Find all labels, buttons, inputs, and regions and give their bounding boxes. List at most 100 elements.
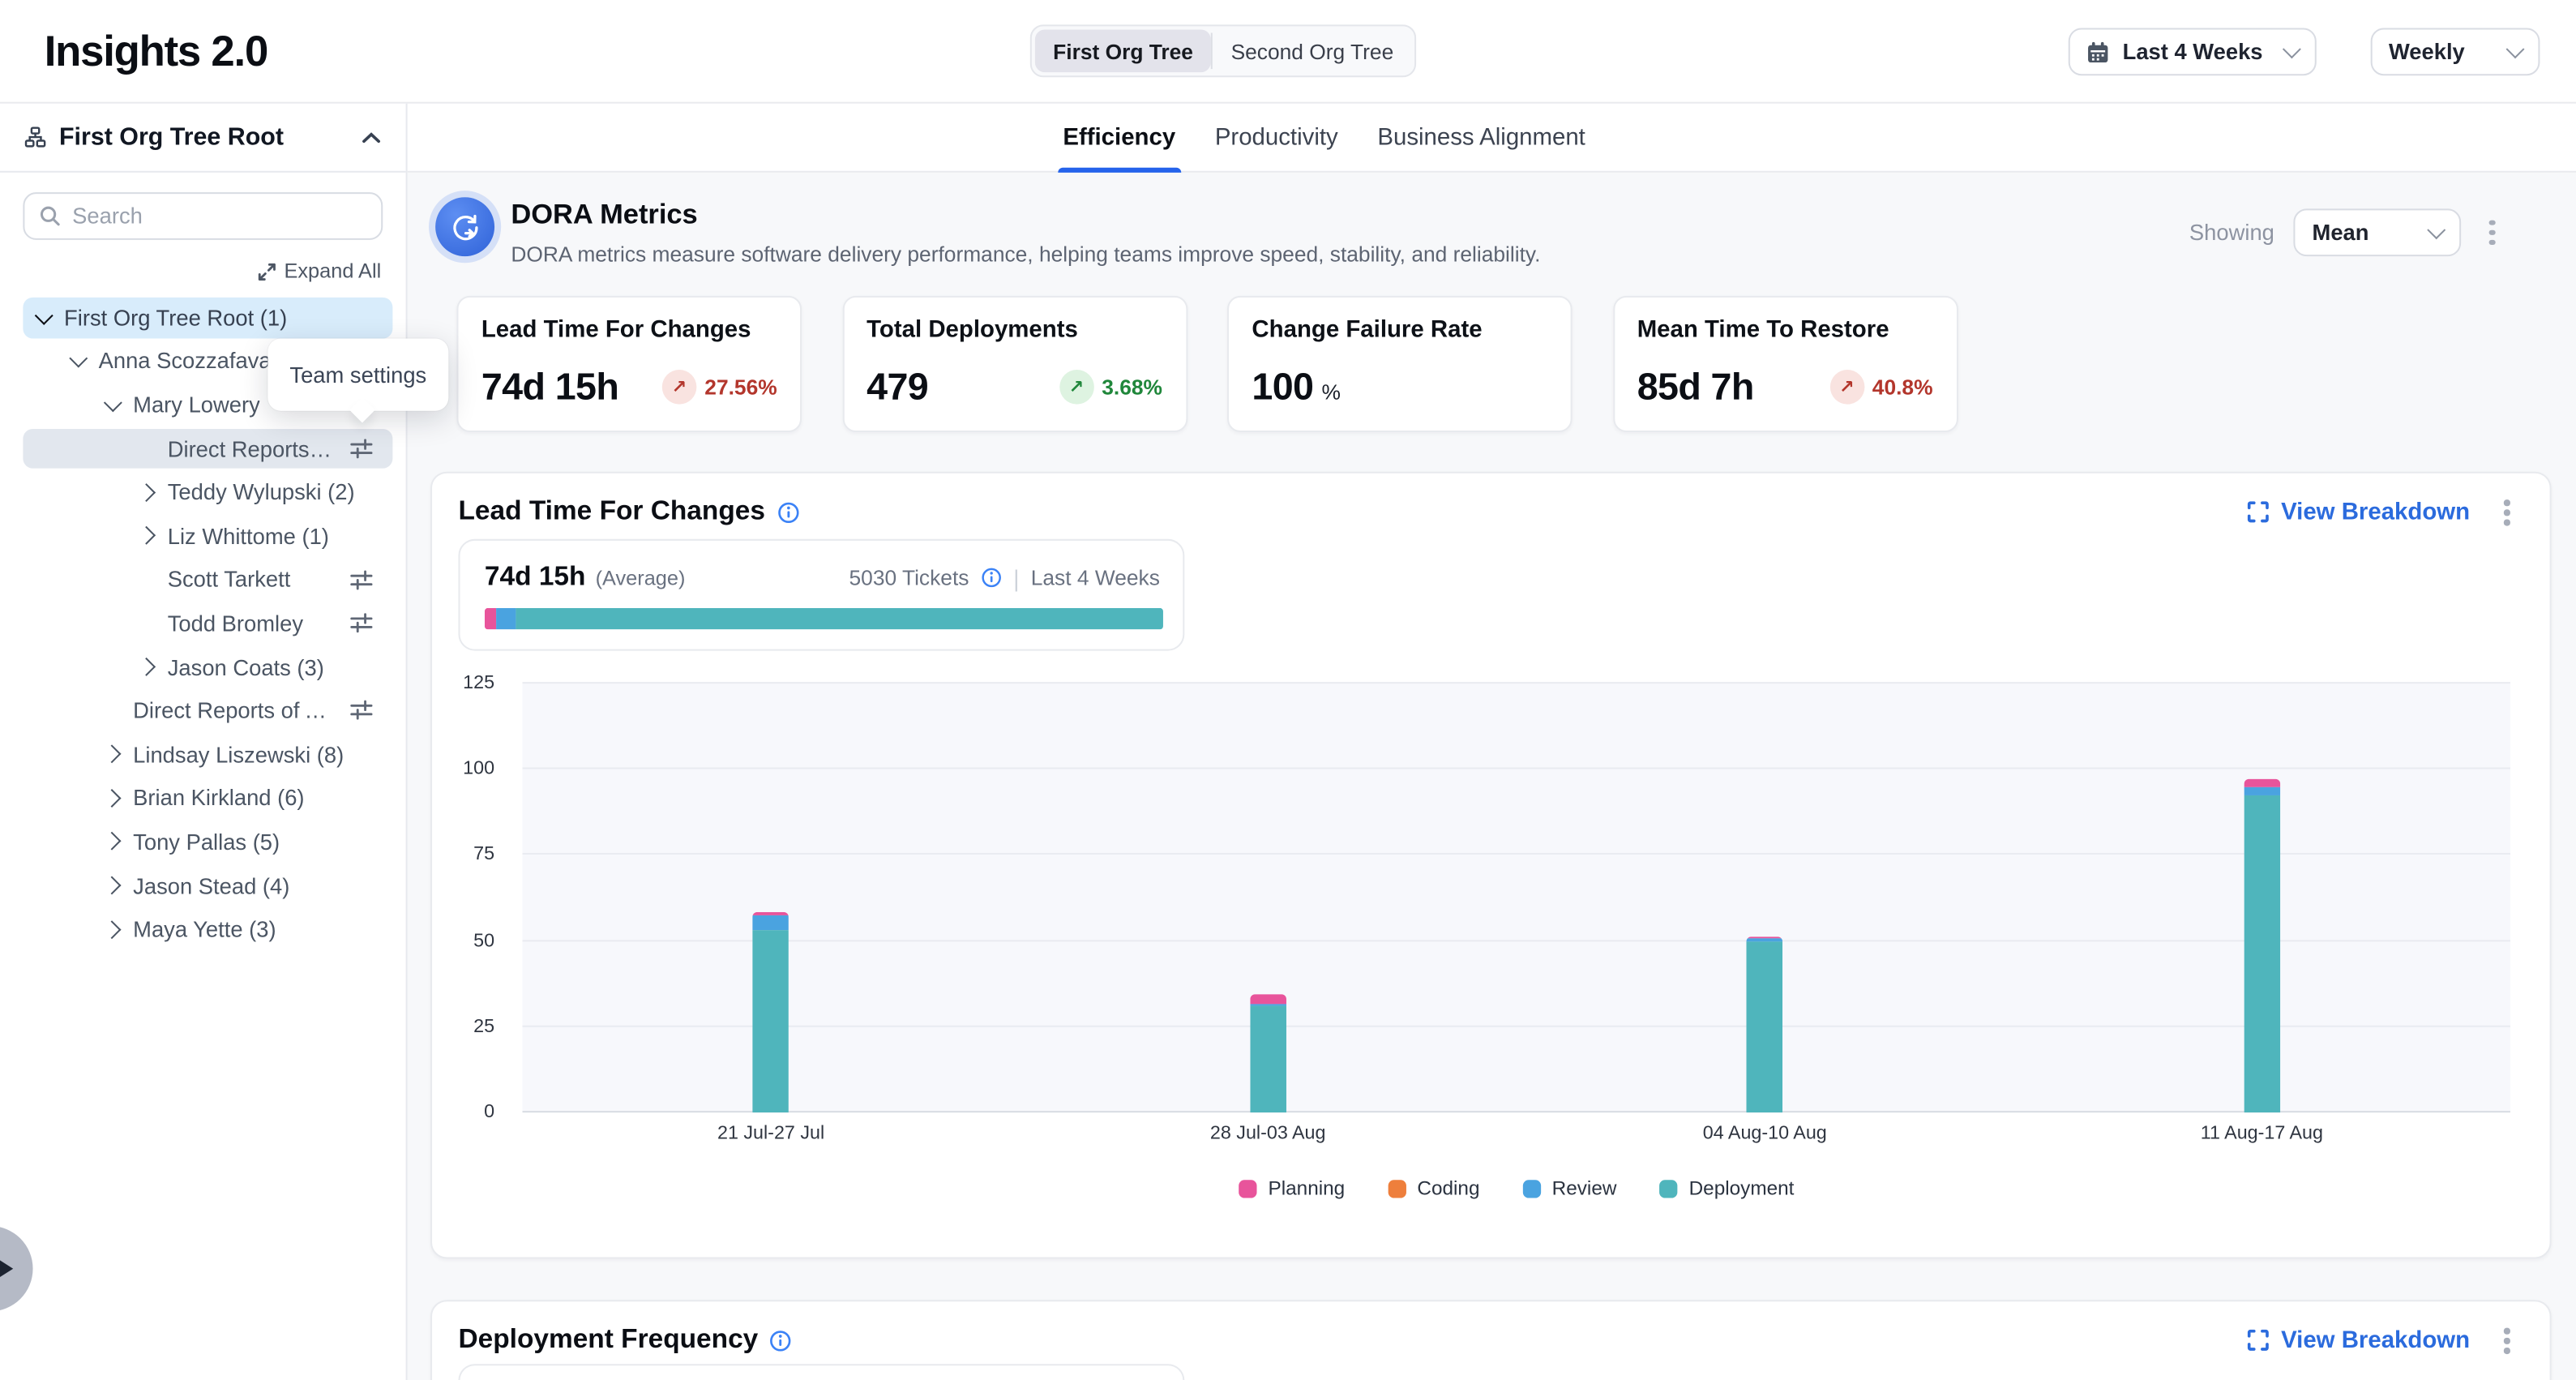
metric-card-mean-time-to-restore: Mean Time To Restore 85d 7h ↗ 40.8% (1612, 296, 1958, 432)
x-tick-label: 21 Jul-27 Jul (523, 1124, 1020, 1143)
legend-label: Planning (1269, 1176, 1346, 1199)
lead-time-summary: 74d 15h (Average) 5030 Tickets | Last 4 … (458, 539, 1184, 651)
view-breakdown-button[interactable]: View Breakdown (2249, 499, 2471, 525)
section-menu-button[interactable] (2497, 1322, 2519, 1361)
tree-item[interactable]: Tony Pallas (5) (0, 821, 406, 864)
tab-business-alignment[interactable]: Business Alignment (1374, 104, 1589, 173)
tab-productivity[interactable]: Productivity (1212, 104, 1341, 173)
chevron-down-icon[interactable] (67, 349, 99, 372)
info-icon[interactable] (981, 567, 1002, 588)
tree-item[interactable]: Lindsay Liszewski (8) (0, 733, 406, 777)
legend-swatch (1659, 1179, 1677, 1197)
info-icon[interactable] (777, 501, 799, 524)
org-tree-tab-label: Second Org Tree (1231, 39, 1394, 63)
triangle-right-icon (0, 1258, 13, 1280)
org-tree-tab-first[interactable]: First Org Tree (1035, 29, 1211, 72)
expand-all-icon (258, 262, 276, 280)
legend-item[interactable]: Deployment (1659, 1176, 1794, 1199)
chevron-right-icon[interactable] (136, 525, 168, 547)
date-range-value: Last 4 Weeks (2123, 40, 2272, 64)
chevron-spacer (136, 612, 168, 635)
showing-control: Showing Mean (2189, 208, 2504, 256)
tooltip-text: Team settings (289, 362, 426, 387)
bar-segment-planning (1250, 994, 1286, 1005)
bar-segment-planning (2244, 780, 2280, 786)
tree-item[interactable]: Direct Reports of A... (0, 689, 406, 733)
tree-item[interactable]: Scott Tarkett (0, 558, 406, 602)
legend-item[interactable]: Planning (1239, 1176, 1345, 1199)
stacked-bar[interactable] (2244, 780, 2280, 1112)
collapse-sidebar-icon[interactable] (362, 131, 381, 144)
tree-item[interactable]: Jason Coats (3) (0, 645, 406, 689)
dora-metrics-icon (435, 197, 494, 256)
tree-item-label: Brian Kirkland (6) (133, 786, 304, 810)
tree-item-direct-reports[interactable]: Direct Reports ... (0, 427, 406, 471)
stacked-bar[interactable] (753, 912, 789, 1113)
chevron-right-icon[interactable] (102, 744, 134, 766)
search-input[interactable] (72, 204, 366, 228)
metric-title: Change Failure Rate (1252, 317, 1547, 343)
date-range-dropdown[interactable]: Last 4 Weeks (2069, 28, 2317, 75)
metric-value: 100 (1252, 365, 1313, 409)
bar-slot (1517, 684, 2013, 1112)
team-settings-icon[interactable] (350, 437, 373, 460)
metric-delta: ↗ 40.8% (1829, 370, 1932, 405)
chevron-right-icon[interactable] (102, 830, 134, 853)
summary-bar-segment-planning (485, 608, 496, 629)
org-tree-tab-second[interactable]: Second Org Tree (1213, 29, 1411, 72)
tree-item[interactable]: Liz Whittome (1) (0, 514, 406, 558)
chevron-down-icon[interactable] (102, 393, 134, 416)
legend-item[interactable]: Coding (1388, 1176, 1480, 1199)
header-actions: Last 4 Weeks Weekly (2069, 28, 2540, 75)
divider: | (1013, 564, 1019, 590)
tree-item-root[interactable]: First Org Tree Root (1) (0, 296, 406, 340)
info-icon[interactable] (769, 1330, 792, 1352)
search-icon (40, 205, 61, 226)
bar-segment-deployment (1747, 941, 1783, 1113)
dora-menu-button[interactable] (2481, 213, 2504, 253)
tree-item[interactable]: Jason Stead (4) (0, 864, 406, 908)
stacked-bar[interactable] (1747, 936, 1783, 1112)
section-menu-button[interactable] (2497, 493, 2519, 533)
chevron-right-icon[interactable] (102, 874, 134, 897)
chevron-down-icon[interactable] (33, 306, 65, 329)
tree-item-label: Scott Tarkett (168, 568, 291, 592)
team-settings-icon[interactable] (350, 568, 373, 590)
chevron-right-icon[interactable] (136, 656, 168, 679)
stacked-bar[interactable] (1250, 994, 1286, 1112)
chart-y-axis: 0255075100125 (432, 684, 509, 1112)
tab-efficiency[interactable]: Efficiency (1059, 104, 1179, 173)
tree-item[interactable]: Brian Kirkland (6) (0, 777, 406, 821)
tree-item-label: Todd Bromley (168, 611, 303, 636)
view-breakdown-button[interactable]: View Breakdown (2249, 1328, 2471, 1354)
team-settings-icon[interactable] (350, 699, 373, 722)
tree-item[interactable]: Teddy Wylupski (2) (0, 470, 406, 514)
chevron-right-icon[interactable] (136, 481, 168, 504)
top-header: Insights 2.0 First Org Tree Second Org T… (0, 0, 2576, 104)
summary-value: 74d 15h (485, 562, 586, 594)
tree-item[interactable]: Todd Bromley (0, 602, 406, 645)
chevron-right-icon[interactable] (102, 786, 134, 809)
team-settings-icon[interactable] (350, 611, 373, 634)
x-tick-label: 28 Jul-03 Aug (1020, 1124, 1517, 1143)
tree-item-label: Direct Reports ... (168, 436, 332, 461)
tree-item-label: Maya Yette (3) (133, 917, 276, 941)
expand-all-button[interactable]: Expand All (258, 259, 381, 282)
summary-period: Last 4 Weeks (1031, 565, 1160, 589)
chevron-spacer (136, 437, 168, 460)
aggregation-dropdown[interactable]: Mean (2294, 208, 2462, 256)
granularity-dropdown[interactable]: Weekly (2371, 28, 2540, 75)
legend-item[interactable]: Review (1522, 1176, 1616, 1199)
trend-up-icon: ↗ (1059, 370, 1094, 405)
tree-item-label: Jason Stead (4) (133, 873, 289, 898)
x-tick-label: 11 Aug-17 Aug (2013, 1124, 2510, 1143)
y-tick-label: 0 (484, 1103, 494, 1122)
legend-swatch (1388, 1179, 1406, 1197)
y-tick-label: 125 (463, 674, 494, 693)
chevron-right-icon[interactable] (102, 918, 134, 941)
chart-plot (523, 684, 2510, 1112)
metric-value: 85d 7h (1637, 365, 1754, 409)
chevron-spacer (102, 700, 134, 722)
tree-item[interactable]: Maya Yette (3) (0, 907, 406, 951)
summary-stacked-bar (485, 608, 1163, 629)
